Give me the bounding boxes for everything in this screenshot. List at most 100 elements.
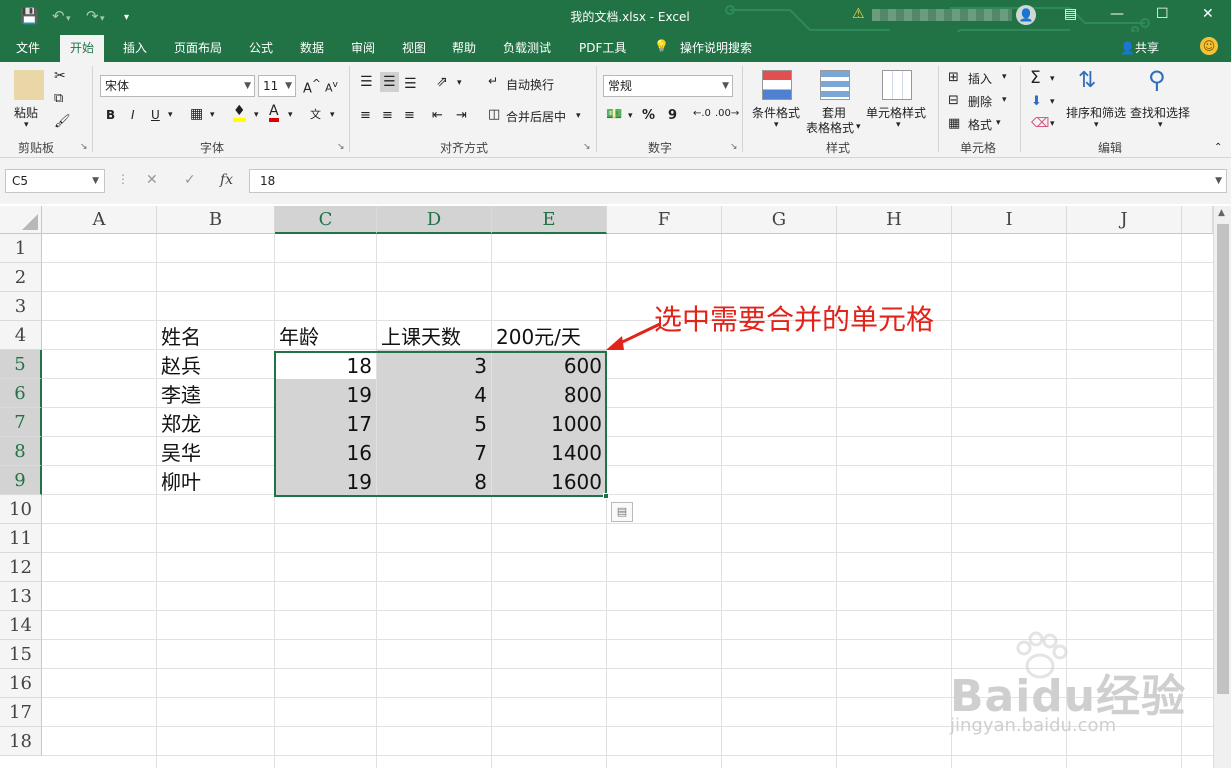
maximize-icon[interactable]: ☐ — [1156, 6, 1169, 22]
column-header-f[interactable]: F — [607, 206, 722, 234]
minimize-icon[interactable]: — — [1110, 6, 1124, 22]
tab-file[interactable]: 文件 — [16, 39, 40, 56]
cell-d9[interactable]: 8 — [377, 466, 491, 495]
row-header-16[interactable]: 16 — [0, 669, 42, 698]
tab-home[interactable]: 开始 — [60, 35, 105, 62]
cell-e7[interactable]: 1000 — [492, 408, 606, 437]
cell-b6[interactable]: 李逵 — [157, 379, 274, 408]
user-avatar[interactable]: 👤 — [1016, 5, 1036, 25]
insert-dropdown-icon[interactable]: ▾ — [1002, 72, 1007, 82]
fill-handle[interactable] — [603, 493, 609, 499]
sort-filter-icon[interactable]: ⇅ — [1078, 68, 1096, 93]
conditional-format-icon[interactable] — [762, 70, 792, 100]
row-header-18[interactable]: 18 — [0, 727, 42, 756]
close-icon[interactable]: ✕ — [1202, 6, 1214, 22]
expand-formula-icon[interactable]: ▼ — [1215, 170, 1222, 192]
tab-page-layout[interactable]: 页面布局 — [174, 39, 222, 56]
paste-icon[interactable] — [14, 70, 44, 100]
format-cells-button[interactable]: 格式 — [968, 116, 992, 133]
row-header-15[interactable]: 15 — [0, 640, 42, 669]
cell-styles-button[interactable]: 单元格样式 — [866, 104, 926, 121]
align-center-icon[interactable]: ≡ — [382, 108, 393, 123]
decrease-indent-icon[interactable]: ⇤ — [432, 108, 443, 123]
customize-toolbar-icon[interactable]: ▾ — [124, 9, 129, 27]
tab-view[interactable]: 视图 — [402, 39, 426, 56]
cell-e5[interactable]: 600 — [492, 350, 606, 379]
ribbon-display-options-icon[interactable]: ▤ — [1064, 6, 1077, 22]
insert-cells-icon[interactable]: ⊞ — [948, 70, 959, 85]
autosum-icon[interactable]: Σ — [1030, 68, 1041, 88]
increase-font-icon[interactable]: A^ — [303, 77, 321, 96]
cell-c7[interactable]: 17 — [275, 408, 376, 437]
clear-icon[interactable]: ⌫ — [1031, 116, 1049, 131]
redo-icon[interactable]: ↷ — [86, 7, 99, 25]
number-launcher-icon[interactable]: ↘ — [730, 142, 738, 152]
merge-center-dropdown-icon[interactable]: ▾ — [576, 111, 581, 121]
format-cells-icon[interactable]: ▦ — [948, 116, 960, 131]
underline-button[interactable]: U — [151, 108, 160, 122]
number-format-select[interactable]: 常规 ▼ — [603, 75, 733, 97]
scroll-up-icon[interactable]: ▲ — [1218, 208, 1225, 218]
conditional-format-button[interactable]: 条件格式 — [752, 104, 800, 121]
cell-c5-active[interactable]: 18 — [275, 350, 376, 379]
font-name-select[interactable]: 宋体 ▼ — [100, 75, 255, 97]
merge-center-icon[interactable]: ◫ — [488, 107, 500, 122]
cell-c6[interactable]: 19 — [275, 379, 376, 408]
collapse-ribbon-icon[interactable]: ⌃ — [1214, 142, 1222, 153]
format-dropdown-icon[interactable]: ▾ — [996, 118, 1001, 128]
row-header-2[interactable]: 2 — [0, 263, 42, 292]
find-select-icon[interactable]: ⚲ — [1148, 66, 1166, 94]
find-select-button[interactable]: 查找和选择 — [1130, 104, 1190, 121]
tab-help[interactable]: 帮助 — [452, 39, 476, 56]
tab-review[interactable]: 审阅 — [351, 39, 375, 56]
merge-center-button[interactable]: 合并后居中 — [506, 108, 566, 125]
cell-e8[interactable]: 1400 — [492, 437, 606, 466]
row-header-13[interactable]: 13 — [0, 582, 42, 611]
row-header-8[interactable]: 8 — [0, 437, 42, 466]
delete-cells-button[interactable]: 删除 — [968, 93, 992, 110]
accounting-dropdown-icon[interactable]: ▾ — [628, 111, 633, 121]
cell-e6[interactable]: 800 — [492, 379, 606, 408]
wrap-text-icon[interactable]: ↵ — [488, 74, 498, 88]
find-select-dropdown-icon[interactable]: ▾ — [1158, 120, 1163, 130]
enter-icon[interactable]: ✓ — [184, 172, 196, 188]
row-header-7[interactable]: 7 — [0, 408, 42, 437]
select-all-button[interactable] — [0, 206, 42, 234]
wrap-text-button[interactable]: 自动换行 — [506, 76, 554, 93]
italic-button[interactable]: I — [131, 108, 135, 122]
fill-color-icon[interactable]: ♦ — [233, 104, 246, 122]
font-size-select[interactable]: 11 ▼ — [258, 75, 296, 97]
paste-dropdown-icon[interactable]: ▾ — [24, 120, 29, 130]
column-header-a[interactable]: A — [42, 206, 157, 234]
warning-icon[interactable]: ⚠ — [852, 6, 865, 22]
cell-d8[interactable]: 7 — [377, 437, 491, 466]
cell-styles-icon[interactable] — [882, 70, 912, 100]
tab-data[interactable]: 数据 — [300, 39, 324, 56]
insert-cells-button[interactable]: 插入 — [968, 70, 992, 87]
cell-b8[interactable]: 吴华 — [157, 437, 274, 466]
cell-c4[interactable]: 年龄 — [275, 321, 376, 350]
cell-c8[interactable]: 16 — [275, 437, 376, 466]
user-name-blurred[interactable] — [872, 9, 1012, 21]
sort-filter-dropdown-icon[interactable]: ▾ — [1094, 120, 1099, 130]
clear-dropdown-icon[interactable]: ▾ — [1050, 119, 1055, 129]
cell-d5[interactable]: 3 — [377, 350, 491, 379]
fill-icon[interactable]: ⬇ — [1031, 94, 1042, 109]
fill-color-dropdown-icon[interactable]: ▾ — [254, 110, 259, 120]
font-color-icon[interactable]: A — [269, 104, 279, 122]
format-painter-icon[interactable]: 🖌 — [54, 114, 71, 129]
fill-dropdown-icon[interactable]: ▾ — [1050, 97, 1055, 107]
tab-pdf-tools[interactable]: PDF工具 — [579, 39, 626, 56]
row-header-9[interactable]: 9 — [0, 466, 42, 495]
formula-input[interactable]: 18 ▼ — [249, 169, 1227, 193]
row-header-3[interactable]: 3 — [0, 292, 42, 321]
orientation-icon[interactable]: ⇗ — [436, 74, 448, 90]
column-header-h[interactable]: H — [837, 206, 952, 234]
row-header-11[interactable]: 11 — [0, 524, 42, 553]
bold-button[interactable]: B — [106, 108, 115, 122]
font-color-dropdown-icon[interactable]: ▾ — [288, 110, 293, 120]
cell-b5[interactable]: 赵兵 — [157, 350, 274, 379]
autosum-dropdown-icon[interactable]: ▾ — [1050, 74, 1055, 84]
cell-d4[interactable]: 上课天数 — [377, 321, 491, 350]
delete-dropdown-icon[interactable]: ▾ — [1002, 95, 1007, 105]
